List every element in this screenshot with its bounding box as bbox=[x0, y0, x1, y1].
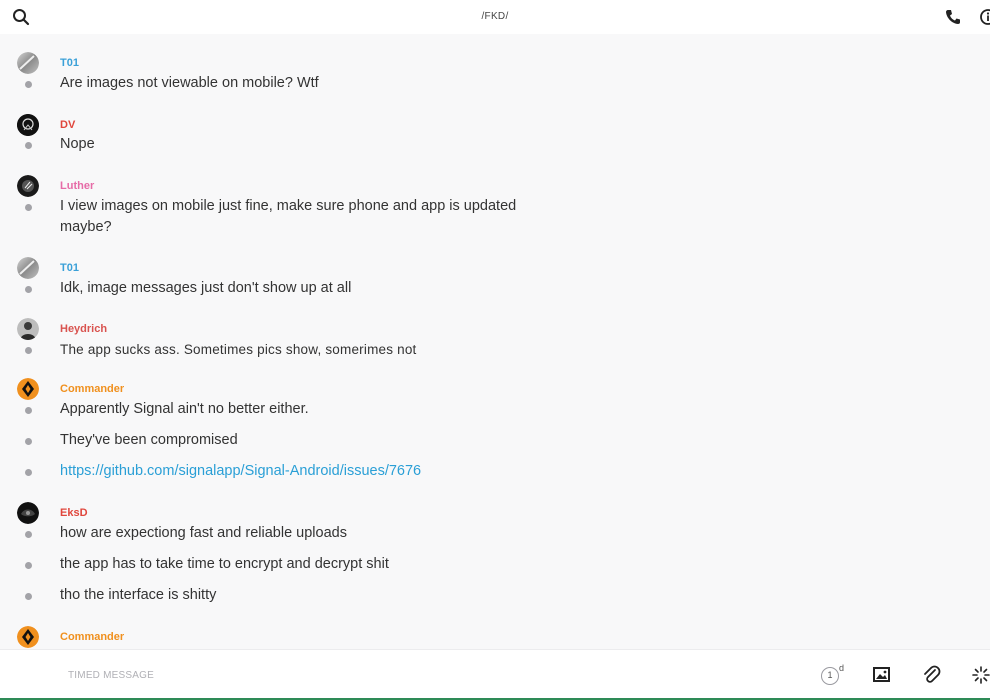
message-status-dot bbox=[25, 469, 32, 476]
message-text: the app has to take time to encrypt and … bbox=[60, 556, 389, 572]
message-link[interactable]: https://github.com/signalapp/Signal-Andr… bbox=[60, 461, 421, 482]
message-list[interactable]: T01 Are images not viewable on mobile? W… bbox=[0, 34, 990, 649]
message-input[interactable]: TIMED MESSAGE bbox=[68, 670, 154, 681]
conversation-title: /FKD/ bbox=[481, 11, 509, 22]
message-author[interactable]: Commander bbox=[60, 383, 124, 395]
message-status-dot bbox=[25, 347, 32, 354]
message-author[interactable]: Heydrich bbox=[60, 323, 107, 335]
avatar-dv[interactable] bbox=[17, 114, 39, 136]
message-text: how are expectiong fast and reliable upl… bbox=[60, 525, 347, 541]
message-author[interactable]: Commander bbox=[60, 631, 124, 643]
message-text: Idk, image messages just don't show up a… bbox=[60, 280, 352, 296]
message-text: Apparently Signal ain't no better either… bbox=[60, 401, 309, 417]
message-status-dot bbox=[25, 81, 32, 88]
avatar-t01[interactable] bbox=[17, 52, 39, 74]
message-author[interactable]: T01 bbox=[60, 262, 79, 274]
message-composer: TIMED MESSAGE 1 d bbox=[0, 649, 990, 700]
timer-unit: d bbox=[839, 663, 845, 673]
avatar-t01[interactable] bbox=[17, 257, 39, 279]
message-text: They've been compromised bbox=[60, 432, 238, 448]
avatar-eksd[interactable] bbox=[17, 502, 39, 524]
message-text: Are images not viewable on mobile? Wtf bbox=[60, 75, 319, 91]
message-status-dot bbox=[25, 142, 32, 149]
paperclip-icon[interactable] bbox=[920, 664, 942, 686]
message-author[interactable]: Luther bbox=[60, 180, 94, 192]
avatar-luther[interactable] bbox=[17, 175, 39, 197]
timer-selector[interactable]: 1 d bbox=[821, 663, 845, 687]
message-author[interactable]: DV bbox=[60, 119, 75, 131]
message-status-dot bbox=[25, 204, 32, 211]
message-author[interactable]: T01 bbox=[60, 57, 79, 69]
message-status-dot bbox=[25, 562, 32, 569]
message-text: tho the interface is shitty bbox=[60, 587, 217, 603]
image-icon[interactable] bbox=[871, 664, 893, 686]
message-text: maybe? bbox=[60, 219, 112, 235]
message-status-dot bbox=[25, 407, 32, 414]
message-text: Nope bbox=[60, 136, 95, 152]
message-author[interactable]: EksD bbox=[60, 507, 88, 519]
message-status-dot bbox=[25, 531, 32, 538]
conversation-header: /FKD/ bbox=[0, 0, 990, 34]
timer-value: 1 bbox=[827, 670, 833, 680]
message-status-dot bbox=[25, 286, 32, 293]
avatar-heydrich[interactable] bbox=[17, 318, 39, 340]
avatar-commander[interactable] bbox=[17, 626, 39, 648]
message-text: I view images on mobile just fine, make … bbox=[60, 198, 517, 214]
message-status-dot bbox=[25, 438, 32, 445]
avatar-commander[interactable] bbox=[17, 378, 39, 400]
phone-icon[interactable] bbox=[944, 8, 962, 26]
sparkle-icon[interactable] bbox=[970, 664, 990, 686]
message-status-dot bbox=[25, 593, 32, 600]
message-text: The app sucks ass. Sometimes pics show, … bbox=[60, 342, 417, 357]
info-icon[interactable] bbox=[979, 8, 990, 26]
